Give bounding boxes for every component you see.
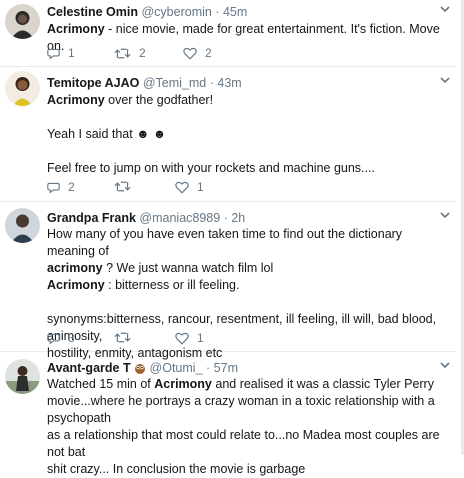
retweet-icon bbox=[114, 181, 131, 192]
retweet-button[interactable] bbox=[114, 180, 139, 193]
highlight-term: acrimony bbox=[47, 261, 103, 275]
reply-button[interactable]: 1 bbox=[47, 46, 75, 60]
separator-dot: · bbox=[215, 5, 220, 19]
text-line: shit crazy... In conclusion the movie is… bbox=[47, 462, 306, 476]
timestamp[interactable]: 45m bbox=[223, 5, 247, 19]
heart-icon bbox=[175, 181, 189, 194]
reply-icon bbox=[47, 48, 60, 60]
user-handle[interactable]: @maniac8989 bbox=[139, 211, 220, 225]
like-button[interactable]: 2 bbox=[183, 46, 212, 60]
text-fragment: : bitterness or ill feeling. bbox=[104, 278, 240, 292]
like-count: 1 bbox=[197, 180, 204, 194]
user-handle[interactable]: @Temi_md bbox=[143, 76, 206, 90]
display-name[interactable]: Celestine Omin bbox=[47, 5, 138, 19]
highlight-term: Acrimony bbox=[47, 93, 105, 107]
chevron-down-icon[interactable] bbox=[438, 73, 452, 87]
retweet-count: 2 bbox=[139, 46, 146, 60]
like-button[interactable]: 1 bbox=[175, 331, 204, 345]
like-button[interactable]: 1 bbox=[175, 180, 204, 194]
reply-button[interactable]: 2 bbox=[47, 180, 75, 194]
display-name[interactable]: Avant-garde T bbox=[47, 361, 131, 375]
reply-button[interactable]: 3 bbox=[47, 331, 75, 345]
reply-icon bbox=[47, 182, 60, 194]
text-fragment: over the godfather! bbox=[104, 93, 214, 107]
user-handle[interactable]: @Otumi_ bbox=[150, 361, 203, 375]
line-break bbox=[47, 143, 452, 160]
retweet-button[interactable]: 2 bbox=[114, 46, 146, 60]
display-name[interactable]: Grandpa Frank bbox=[47, 211, 136, 225]
line-break bbox=[47, 294, 452, 311]
text-fragment: Watched 15 min of bbox=[47, 377, 155, 391]
chevron-down-icon[interactable] bbox=[438, 208, 452, 222]
tweet-text: Acrimony - nice movie, made for great en… bbox=[47, 21, 452, 55]
retweet-icon bbox=[114, 48, 131, 58]
owl-emoji bbox=[134, 362, 146, 374]
tweet-temitope[interactable]: Temitope AJAO @Temi_md · 43m Acrimony ov… bbox=[0, 67, 456, 202]
avatar[interactable] bbox=[5, 71, 40, 106]
heart-icon bbox=[183, 47, 197, 60]
text-line: Yeah I said that ☻ ☻ bbox=[47, 127, 166, 141]
chevron-down-icon[interactable] bbox=[438, 2, 452, 16]
text-fragment: ? We just wanna watch film lol bbox=[102, 261, 274, 275]
highlight-term: Acrimony bbox=[47, 22, 105, 36]
tweet-text: Watched 15 min of Acrimony and realised … bbox=[47, 376, 452, 478]
line-break bbox=[47, 109, 452, 126]
user-handle[interactable]: @cyberomin bbox=[141, 5, 211, 19]
avatar[interactable] bbox=[5, 208, 40, 243]
reply-icon bbox=[47, 333, 60, 345]
highlight-term: Acrimony bbox=[47, 278, 105, 292]
text-line: How many of you have even taken time to … bbox=[47, 227, 403, 258]
heart-icon bbox=[175, 332, 189, 345]
reply-count: 1 bbox=[68, 46, 75, 60]
timestamp[interactable]: 2h bbox=[231, 211, 245, 225]
reply-count: 3 bbox=[68, 331, 75, 345]
text-line: as a relationship that most could relate… bbox=[47, 428, 440, 459]
tweet-celestine[interactable]: Celestine Omin @cyberomin · 45m Acrimony… bbox=[0, 0, 456, 67]
like-count: 1 bbox=[197, 331, 204, 345]
separator-dot: · bbox=[206, 361, 211, 375]
chevron-down-icon[interactable] bbox=[438, 358, 452, 372]
text-line: Feel free to jump on with your rockets a… bbox=[47, 161, 375, 175]
tweet-text: Acrimony over the godfather! Yeah I said… bbox=[47, 92, 452, 177]
tweet-grandpa-frank[interactable]: Grandpa Frank @maniac8989 · 2h How many … bbox=[0, 202, 456, 360]
separator-dot: · bbox=[209, 76, 214, 90]
display-name[interactable]: Temitope AJAO bbox=[47, 76, 139, 90]
text-line: synonyms:bitterness, rancour, resentment… bbox=[47, 312, 437, 343]
retweet-button[interactable] bbox=[114, 331, 139, 344]
retweet-icon bbox=[114, 332, 131, 343]
separator-dot: · bbox=[223, 211, 228, 225]
highlight-term: Acrimony bbox=[154, 377, 212, 391]
timestamp[interactable]: 43m bbox=[217, 76, 241, 90]
text-line: movie...where he portrays a crazy woman … bbox=[47, 394, 435, 425]
reply-count: 2 bbox=[68, 180, 75, 194]
text-fragment: and realised it was a classic Tyler Perr… bbox=[211, 377, 434, 391]
tweet-text: How many of you have even taken time to … bbox=[47, 226, 452, 362]
text-fragment: - nice movie, made for great entertainme… bbox=[47, 22, 440, 53]
avatar[interactable] bbox=[5, 359, 40, 394]
like-count: 2 bbox=[205, 46, 212, 60]
tweet-avant-garde[interactable]: Avant-garde T @Otumi_ · 57m Watched 15 m… bbox=[0, 352, 456, 476]
timestamp[interactable]: 57m bbox=[214, 361, 238, 375]
avatar[interactable] bbox=[5, 4, 40, 39]
